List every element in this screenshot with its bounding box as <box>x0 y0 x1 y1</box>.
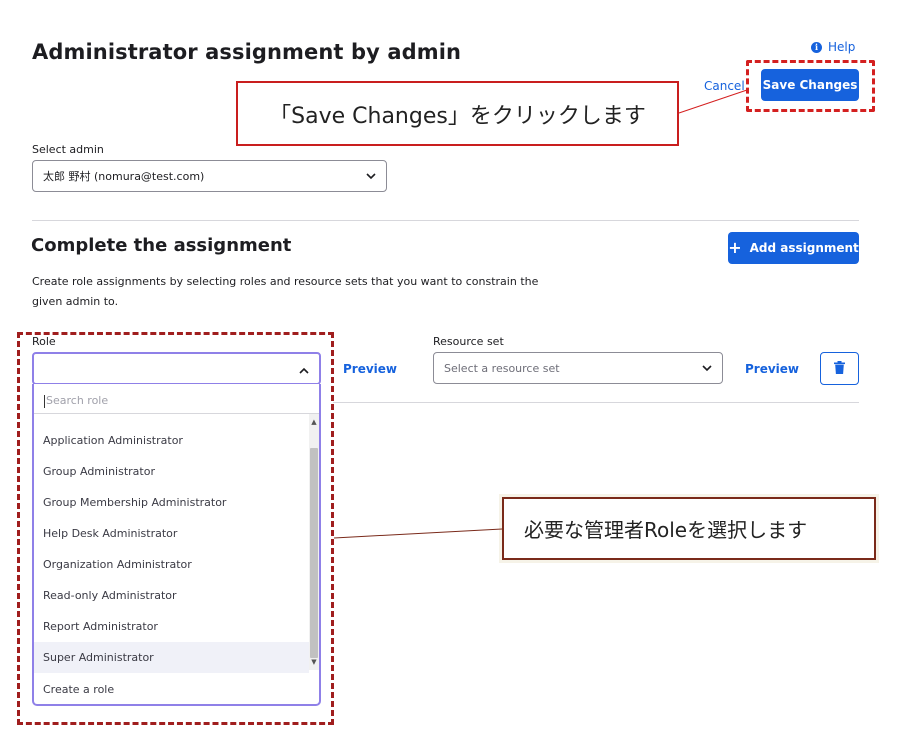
save-callout: 「Save Changes」をクリックします <box>236 81 679 146</box>
role-preview-link[interactable]: Preview <box>343 362 397 376</box>
trash-icon <box>834 360 845 377</box>
add-assignment-button[interactable]: + Add assignment <box>728 232 859 264</box>
plus-icon: + <box>728 238 742 257</box>
resource-set-preview-link[interactable]: Preview <box>745 362 799 376</box>
role-callout-text: 必要な管理者Roleを選択します <box>524 518 808 542</box>
section-divider <box>32 220 859 221</box>
save-connector-line <box>678 89 748 114</box>
help-link[interactable]: i Help <box>811 40 855 54</box>
select-admin-label: Select admin <box>32 143 104 156</box>
delete-assignment-button[interactable] <box>820 352 859 385</box>
info-icon: i <box>811 41 822 53</box>
save-button-highlight-frame <box>746 60 875 112</box>
resource-set-label: Resource set <box>433 335 504 348</box>
resource-set-placeholder: Select a resource set <box>444 361 560 375</box>
help-label: Help <box>828 40 856 54</box>
admin-select[interactable]: 太郎 野村 (nomura@test.com) <box>32 160 387 192</box>
chevron-down-icon <box>366 170 376 183</box>
role-callout: 必要な管理者Roleを選択します <box>502 497 876 560</box>
resource-set-select[interactable]: Select a resource set <box>433 352 723 384</box>
chevron-down-icon <box>702 362 712 375</box>
save-callout-text: 「Save Changes」をクリックします <box>269 103 646 129</box>
section-description: Create role assignments by selecting rol… <box>32 275 539 308</box>
role-dropdown-highlight-frame <box>17 332 334 725</box>
admin-select-value: 太郎 野村 (nomura@test.com) <box>43 170 205 183</box>
cancel-link[interactable]: Cancel <box>704 79 745 93</box>
add-assignment-label: Add assignment <box>749 241 859 255</box>
row-divider <box>333 402 859 403</box>
page-title: Administrator assignment by admin <box>32 40 462 64</box>
section-title: Complete the assignment <box>31 235 292 256</box>
role-connector-line <box>333 528 503 539</box>
